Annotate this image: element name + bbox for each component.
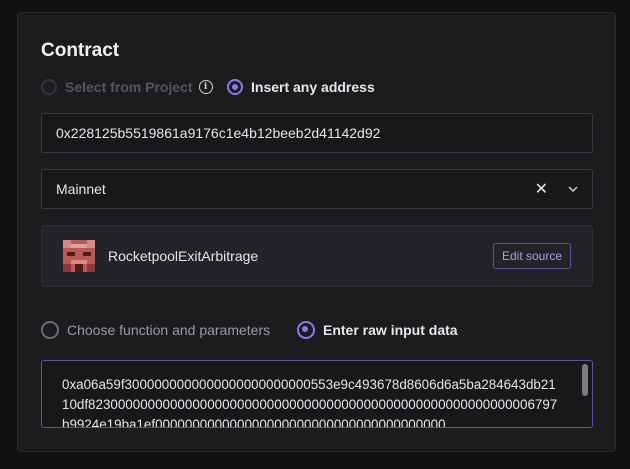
- select-from-project-option[interactable]: Select from Project i: [41, 79, 213, 95]
- contract-name: RocketpoolExitArbitrage: [108, 248, 259, 264]
- info-icon[interactable]: i: [198, 80, 213, 94]
- network-select-value: Mainnet: [56, 181, 106, 197]
- chevron-down-icon[interactable]: [562, 186, 584, 192]
- enter-raw-input-radio[interactable]: [297, 321, 315, 339]
- insert-any-address-option[interactable]: Insert any address: [227, 79, 375, 95]
- insert-any-address-radio[interactable]: [227, 79, 243, 95]
- clear-icon[interactable]: ✕: [535, 179, 548, 199]
- enter-raw-input-label: Enter raw input data: [323, 322, 458, 338]
- select-from-project-label: Select from Project: [65, 79, 193, 95]
- choose-function-label: Choose function and parameters: [67, 322, 271, 338]
- enter-raw-input-option[interactable]: Enter raw input data: [297, 321, 458, 339]
- network-select[interactable]: Mainnet ✕: [41, 169, 593, 209]
- raw-input-textarea[interactable]: 0xa06a59f3000000000000000000000000553e9c…: [41, 360, 593, 428]
- contract-avatar: [63, 240, 95, 272]
- insert-any-address-label: Insert any address: [251, 79, 375, 95]
- choose-function-radio[interactable]: [41, 321, 59, 339]
- edit-source-button[interactable]: Edit source: [492, 243, 571, 269]
- choose-function-option[interactable]: Choose function and parameters: [41, 321, 270, 339]
- address-input[interactable]: 0x228125b5519861a9176c1e4b12beeb2d41142d…: [41, 113, 593, 153]
- textarea-scrollbar[interactable]: [582, 364, 588, 396]
- select-from-project-radio[interactable]: [41, 79, 57, 95]
- section-title: Contract: [41, 40, 120, 61]
- raw-input-value: 0xa06a59f3000000000000000000000000553e9c…: [62, 377, 558, 428]
- address-input-value: 0x228125b5519861a9176c1e4b12beeb2d41142d…: [56, 125, 381, 141]
- contract-card: RocketpoolExitArbitrage Edit source: [41, 225, 593, 287]
